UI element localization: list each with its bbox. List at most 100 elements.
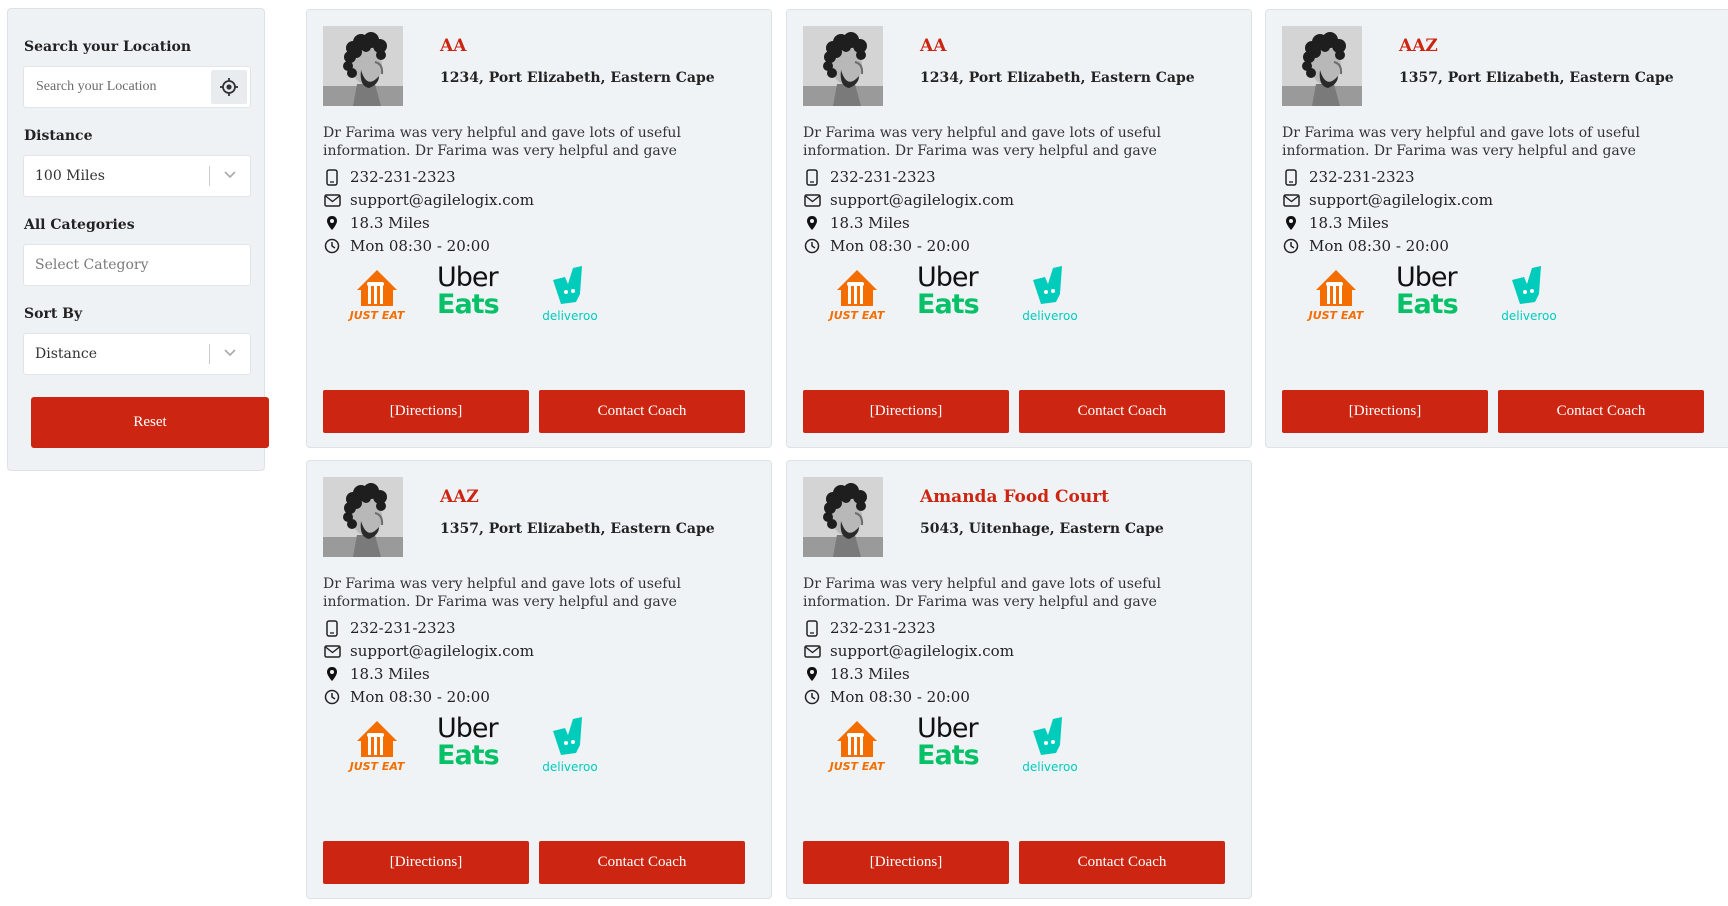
deliveroo-logo[interactable]: deliveroo	[1498, 262, 1560, 323]
svg-text:JUST EAT: JUST EAT	[348, 760, 406, 773]
hours-row: Mon 08:30 - 20:00	[1282, 236, 1449, 256]
map-pin-icon	[323, 665, 341, 683]
phone-row: 232-231-2323	[323, 167, 456, 187]
select-separator	[209, 166, 210, 186]
phone-number[interactable]: 232-231-2323	[830, 619, 936, 637]
listing-name[interactable]: AA	[920, 36, 946, 56]
clock-icon	[803, 688, 821, 706]
svg-text:deliveroo: deliveroo	[542, 309, 598, 322]
listing-description: Dr Farima was very helpful and gave lots…	[323, 125, 681, 159]
phone-icon	[803, 168, 821, 186]
uber-eats-logo[interactable]: Uber Eats	[437, 264, 517, 322]
deliveroo-logo[interactable]: deliveroo	[1019, 713, 1081, 774]
profile-photo	[323, 26, 403, 106]
phone-icon	[803, 619, 821, 637]
contact-coach-button[interactable]: Contact Coach	[539, 841, 745, 884]
email-link[interactable]: support@agilelogix.com	[830, 642, 1014, 660]
phone-number[interactable]: 232-231-2323	[350, 168, 456, 186]
hours-row: Mon 08:30 - 20:00	[803, 236, 970, 256]
avatar	[1282, 26, 1362, 106]
email-link[interactable]: support@agilelogix.com	[1309, 191, 1493, 209]
listing-address: 1234, Port Elizabeth, Eastern Cape	[440, 70, 715, 86]
distance-label: Distance	[24, 128, 93, 144]
just-eat-logo[interactable]: JUST EAT	[827, 262, 887, 322]
opening-hours: Mon 08:30 - 20:00	[830, 688, 970, 706]
deliveroo-logo[interactable]: deliveroo	[539, 262, 601, 323]
contact-coach-button[interactable]: Contact Coach	[539, 390, 745, 433]
distance-row: 18.3 Miles	[803, 213, 910, 233]
opening-hours: Mon 08:30 - 20:00	[1309, 237, 1449, 255]
contact-coach-button[interactable]: Contact Coach	[1019, 390, 1225, 433]
chevron-down-icon	[224, 349, 236, 357]
email-row: support@agilelogix.com	[323, 190, 534, 210]
phone-row: 232-231-2323	[323, 618, 456, 638]
uber-eats-logo[interactable]: Uber Eats	[917, 715, 997, 773]
listing-description: Dr Farima was very helpful and gave lots…	[1282, 125, 1640, 159]
just-eat-logo[interactable]: JUST EAT	[827, 713, 887, 773]
listing-name[interactable]: Amanda Food Court	[920, 487, 1109, 507]
deliveroo-logo[interactable]: deliveroo	[1019, 262, 1081, 323]
envelope-icon	[323, 642, 341, 660]
directions-button[interactable]: [Directions]	[323, 390, 529, 433]
sort-label: Sort By	[24, 306, 83, 322]
just-eat-logo[interactable]: JUST EAT	[1306, 262, 1366, 322]
sort-select[interactable]: Distance	[23, 333, 251, 375]
clock-icon	[803, 237, 821, 255]
opening-hours: Mon 08:30 - 20:00	[350, 688, 490, 706]
clock-icon	[323, 688, 341, 706]
svg-text:deliveroo: deliveroo	[542, 760, 598, 773]
avatar	[323, 26, 403, 106]
locate-me-button[interactable]	[211, 70, 247, 104]
phone-number[interactable]: 232-231-2323	[830, 168, 936, 186]
opening-hours: Mon 08:30 - 20:00	[350, 237, 490, 255]
phone-number[interactable]: 232-231-2323	[350, 619, 456, 637]
directions-button[interactable]: [Directions]	[803, 841, 1009, 884]
uber-eats-logo[interactable]: Uber Eats	[1396, 264, 1476, 322]
listing-card: AAZ 1357, Port Elizabeth, Eastern Cape D…	[306, 460, 772, 899]
contact-coach-button[interactable]: Contact Coach	[1019, 841, 1225, 884]
phone-row: 232-231-2323	[1282, 167, 1415, 187]
uber-eats-logo[interactable]: Uber Eats	[917, 264, 997, 322]
opening-hours: Mon 08:30 - 20:00	[830, 237, 970, 255]
svg-text:deliveroo: deliveroo	[1022, 760, 1078, 773]
listing-name[interactable]: AAZ	[1399, 36, 1438, 56]
distance-text: 18.3 Miles	[1309, 214, 1389, 232]
directions-button[interactable]: [Directions]	[803, 390, 1009, 433]
profile-photo	[1282, 26, 1362, 106]
directions-button[interactable]: [Directions]	[323, 841, 529, 884]
svg-text:JUST EAT: JUST EAT	[828, 309, 886, 322]
contact-coach-button[interactable]: Contact Coach	[1498, 390, 1704, 433]
distance-row: 18.3 Miles	[803, 664, 910, 684]
phone-number[interactable]: 232-231-2323	[1309, 168, 1415, 186]
distance-text: 18.3 Miles	[830, 665, 910, 683]
email-row: support@agilelogix.com	[803, 641, 1014, 661]
just-eat-logo[interactable]: JUST EAT	[347, 713, 407, 773]
email-link[interactable]: support@agilelogix.com	[350, 642, 534, 660]
phone-icon	[1282, 168, 1300, 186]
category-select[interactable]: Select Category	[23, 244, 251, 286]
profile-photo	[803, 26, 883, 106]
avatar	[803, 26, 883, 106]
svg-text:JUST EAT: JUST EAT	[828, 760, 886, 773]
distance-row: 18.3 Miles	[323, 213, 430, 233]
hours-row: Mon 08:30 - 20:00	[323, 687, 490, 707]
directions-button[interactable]: [Directions]	[1282, 390, 1488, 433]
svg-text:JUST EAT: JUST EAT	[348, 309, 406, 322]
email-link[interactable]: support@agilelogix.com	[830, 191, 1014, 209]
chevron-down-icon	[224, 171, 236, 179]
search-location-input[interactable]	[24, 67, 238, 107]
distance-select[interactable]: 100 Miles	[23, 155, 251, 197]
sort-value: Distance	[35, 346, 98, 362]
email-link[interactable]: support@agilelogix.com	[350, 191, 534, 209]
search-location-label: Search your Location	[24, 39, 192, 55]
reset-button[interactable]: Reset	[31, 397, 269, 448]
distance-row: 18.3 Miles	[323, 664, 430, 684]
listing-name[interactable]: AA	[440, 36, 466, 56]
just-eat-logo[interactable]: JUST EAT	[347, 262, 407, 322]
uber-eats-logo[interactable]: Uber Eats	[437, 715, 517, 773]
listing-name[interactable]: AAZ	[440, 487, 479, 507]
hours-row: Mon 08:30 - 20:00	[323, 236, 490, 256]
envelope-icon	[323, 191, 341, 209]
select-separator	[209, 344, 210, 364]
deliveroo-logo[interactable]: deliveroo	[539, 713, 601, 774]
